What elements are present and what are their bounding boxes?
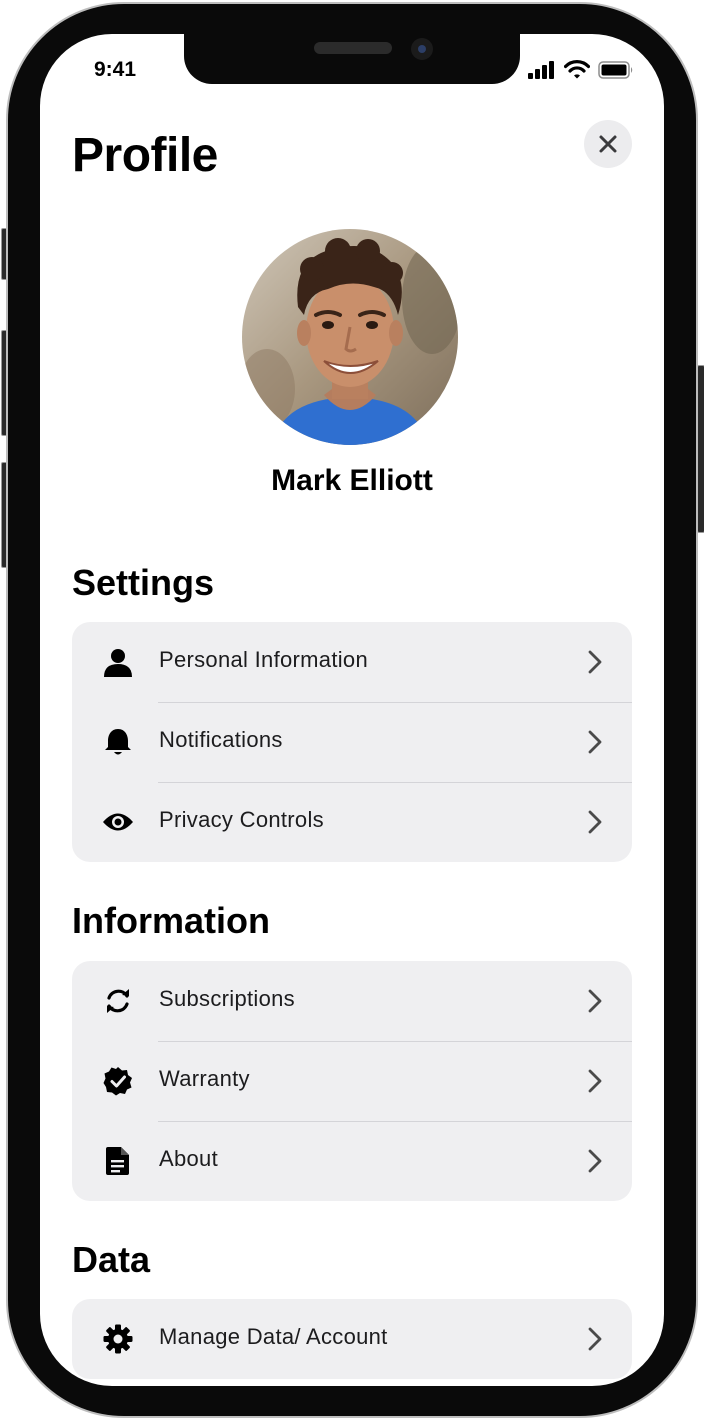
- close-icon: [599, 135, 617, 153]
- information-group: Subscriptions Warranty About: [72, 961, 632, 1201]
- bell-icon: [102, 726, 134, 758]
- person-icon: [102, 646, 134, 678]
- profile-photo: [242, 229, 458, 445]
- phone-screen: 9:41 Profile Mark Elliott Settings Perso…: [40, 34, 664, 1386]
- chevron-right-icon: [588, 1069, 602, 1093]
- close-button[interactable]: [584, 120, 632, 168]
- avatar[interactable]: [242, 229, 458, 445]
- section-title-information: Information: [72, 900, 270, 941]
- chevron-right-icon: [588, 730, 602, 754]
- settings-item-label: Personal Information: [159, 647, 368, 672]
- status-time: 9:41: [94, 58, 137, 81]
- chevron-right-icon: [588, 810, 602, 834]
- section-title-data: Data: [72, 1239, 151, 1280]
- speaker-grille: [314, 42, 392, 54]
- refresh-icon: [102, 985, 134, 1017]
- information-item-label: Subscriptions: [159, 986, 295, 1011]
- data-item-label: Manage Data/ Account: [159, 1324, 388, 1349]
- settings-item-personal-information[interactable]: Personal Information: [72, 622, 632, 702]
- information-item-about[interactable]: About: [72, 1121, 632, 1201]
- chevron-right-icon: [588, 1327, 602, 1351]
- data-item-manage-data-account[interactable]: Manage Data/ Account: [72, 1299, 632, 1379]
- power-button: [697, 365, 704, 533]
- verified-badge-icon: [102, 1065, 134, 1097]
- wifi-icon: [564, 60, 590, 79]
- settings-group: Personal Information Notifications Priva…: [72, 622, 632, 862]
- settings-item-label: Notifications: [159, 727, 283, 752]
- battery-icon: [598, 60, 633, 79]
- cellular-signal-icon: [528, 60, 554, 79]
- chevron-right-icon: [588, 989, 602, 1013]
- eye-icon: [102, 806, 134, 838]
- information-item-label: Warranty: [159, 1066, 250, 1091]
- page-title: Profile: [72, 129, 218, 182]
- data-group: Manage Data/ Account: [72, 1299, 632, 1379]
- information-item-subscriptions[interactable]: Subscriptions: [72, 961, 632, 1041]
- chevron-right-icon: [588, 1149, 602, 1173]
- settings-item-notifications[interactable]: Notifications: [72, 702, 632, 782]
- front-camera: [411, 38, 433, 60]
- information-item-warranty[interactable]: Warranty: [72, 1041, 632, 1121]
- status-icons: [528, 60, 634, 79]
- notch: [184, 34, 520, 84]
- settings-item-label: Privacy Controls: [159, 807, 324, 832]
- document-icon: [102, 1145, 134, 1177]
- information-item-label: About: [159, 1146, 218, 1171]
- settings-item-privacy-controls[interactable]: Privacy Controls: [72, 782, 632, 862]
- gear-icon: [102, 1323, 134, 1355]
- user-name: Mark Elliott: [271, 464, 433, 497]
- section-title-settings: Settings: [72, 562, 215, 603]
- chevron-right-icon: [588, 650, 602, 674]
